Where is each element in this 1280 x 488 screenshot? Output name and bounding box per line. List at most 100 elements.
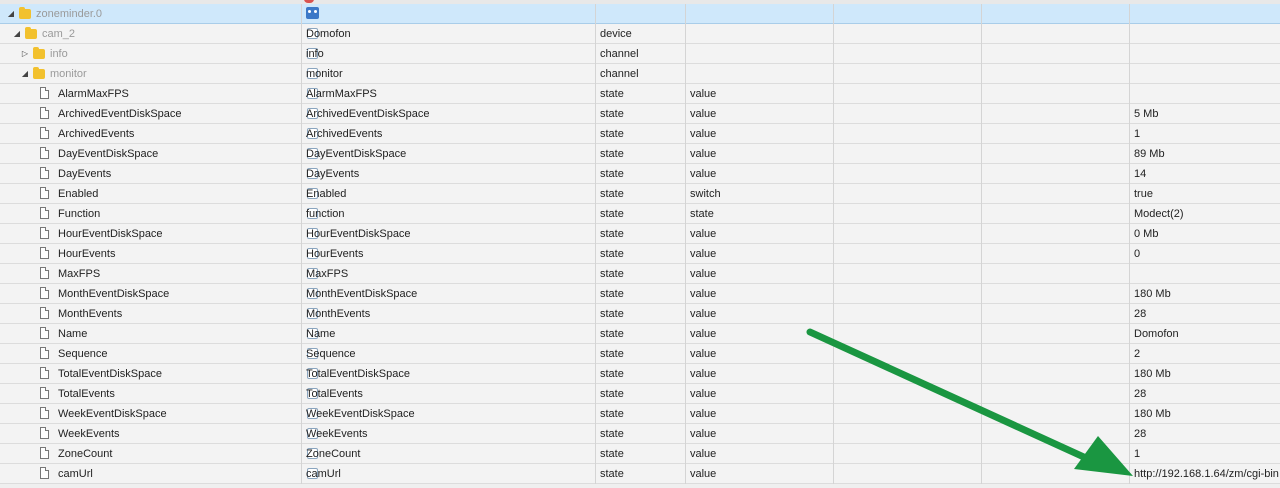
value-cell[interactable]: 1 xyxy=(1130,124,1280,144)
id-cell: AlarmMaxFPS xyxy=(0,84,302,104)
tree-row-zonecount[interactable]: ZoneCount ZoneCount state value 1 xyxy=(0,444,1280,464)
object-id: monitor xyxy=(50,68,87,80)
value-cell[interactable]: 1 xyxy=(1130,444,1280,464)
value-cell[interactable] xyxy=(1130,24,1280,44)
collapse-icon[interactable]: ◢ xyxy=(20,64,30,84)
value-cell[interactable]: 2 xyxy=(1130,344,1280,364)
value-cell[interactable] xyxy=(1130,44,1280,64)
file-icon xyxy=(40,267,49,279)
value-cell[interactable]: true xyxy=(1130,184,1280,204)
value-cell[interactable] xyxy=(1130,4,1280,24)
collapse-icon[interactable]: ◢ xyxy=(12,24,22,44)
value-cell[interactable]: 14 xyxy=(1130,164,1280,184)
type-cell: state xyxy=(596,104,686,124)
role-cell: value xyxy=(686,364,834,384)
type-cell: state xyxy=(596,404,686,424)
tree-row-function[interactable]: Function function state state Modect(2) xyxy=(0,204,1280,224)
value-cell[interactable]: 5 Mb xyxy=(1130,104,1280,124)
tree-row-weekevents[interactable]: WeekEvents WeekEvents state value 28 xyxy=(0,424,1280,444)
tree-row-info[interactable]: ▷ info info channel xyxy=(0,44,1280,64)
tree-row-sequence[interactable]: Sequence Sequence state value 2 xyxy=(0,344,1280,364)
tree-row-archivedeventdiskspace[interactable]: ArchivedEventDiskSpace ArchivedEventDisk… xyxy=(0,104,1280,124)
value-cell[interactable]: 28 xyxy=(1130,384,1280,404)
tree-row-weekeventdiskspace[interactable]: WeekEventDiskSpace WeekEventDiskSpace st… xyxy=(0,404,1280,424)
object-type: state xyxy=(600,188,624,200)
function-cell xyxy=(982,144,1130,164)
value-cell[interactable]: 0 xyxy=(1130,244,1280,264)
tree-row-monthevents[interactable]: MonthEvents MonthEvents state value 28 xyxy=(0,304,1280,324)
tree-row-zoneminder-0[interactable]: ◢ zoneminder.0 xyxy=(0,4,1280,24)
value-cell[interactable]: http://192.168.1.64/zm/cgi-bin xyxy=(1130,464,1280,484)
function-cell xyxy=(982,404,1130,424)
object-value: http://192.168.1.64/zm/cgi-bin xyxy=(1134,468,1279,480)
tree-row-camurl[interactable]: camUrl camUrl state value http://192.168… xyxy=(0,464,1280,484)
value-cell[interactable]: 180 Mb xyxy=(1130,364,1280,384)
file-icon xyxy=(40,87,49,99)
object-type: state xyxy=(600,228,624,240)
value-cell[interactable]: Domofon xyxy=(1130,324,1280,344)
value-cell[interactable]: 180 Mb xyxy=(1130,284,1280,304)
object-id: zoneminder.0 xyxy=(36,8,103,20)
robot-icon xyxy=(306,7,319,19)
tree-row-alarmmaxfps[interactable]: AlarmMaxFPS AlarmMaxFPS state value xyxy=(0,84,1280,104)
object-name: ZoneCount xyxy=(306,448,361,460)
tree-row-cam-2[interactable]: ◢ cam_2 Domofon device xyxy=(0,24,1280,44)
tree-row-montheventdiskspace[interactable]: MonthEventDiskSpace MonthEventDiskSpace … xyxy=(0,284,1280,304)
file-icon xyxy=(40,307,49,319)
tree-row-houreventdiskspace[interactable]: HourEventDiskSpace HourEventDiskSpace st… xyxy=(0,224,1280,244)
object-name: camUrl xyxy=(306,468,341,480)
status-dot xyxy=(304,0,314,3)
name-cell: DayEventDiskSpace xyxy=(302,144,596,164)
type-cell: channel xyxy=(596,64,686,84)
tree-row-hourevents[interactable]: HourEvents HourEvents state value 0 xyxy=(0,244,1280,264)
function-cell xyxy=(982,164,1130,184)
room-cell xyxy=(834,404,982,424)
tree-rows: ◢ zoneminder.0 ◢ cam_2 Domofon device ▷ … xyxy=(0,4,1280,484)
function-cell xyxy=(982,64,1130,84)
value-cell[interactable] xyxy=(1130,64,1280,84)
tree-row-dayeventdiskspace[interactable]: DayEventDiskSpace DayEventDiskSpace stat… xyxy=(0,144,1280,164)
function-cell xyxy=(982,4,1130,24)
name-cell: HourEventDiskSpace xyxy=(302,224,596,244)
value-cell[interactable]: 28 xyxy=(1130,304,1280,324)
name-cell: TotalEventDiskSpace xyxy=(302,364,596,384)
function-cell xyxy=(982,124,1130,144)
id-cell: ◢ monitor xyxy=(0,64,302,84)
room-cell xyxy=(834,64,982,84)
name-cell xyxy=(302,4,596,24)
tree-row-maxfps[interactable]: MaxFPS MaxFPS state value xyxy=(0,264,1280,284)
object-type: state xyxy=(600,468,624,480)
type-cell: state xyxy=(596,384,686,404)
tree-row-dayevents[interactable]: DayEvents DayEvents state value 14 xyxy=(0,164,1280,184)
role-cell: value xyxy=(686,144,834,164)
collapse-icon[interactable]: ◢ xyxy=(6,4,16,24)
function-cell xyxy=(982,284,1130,304)
role-cell xyxy=(686,64,834,84)
object-type: state xyxy=(600,88,624,100)
value-cell[interactable]: 180 Mb xyxy=(1130,404,1280,424)
object-value: 1 xyxy=(1134,448,1141,460)
type-cell: state xyxy=(596,444,686,464)
name-cell: ArchivedEventDiskSpace xyxy=(302,104,596,124)
tree-row-monitor[interactable]: ◢ monitor monitor channel xyxy=(0,64,1280,84)
value-cell[interactable] xyxy=(1130,84,1280,104)
object-name: info xyxy=(306,48,324,60)
id-cell: HourEventDiskSpace xyxy=(0,224,302,244)
id-cell: Sequence xyxy=(0,344,302,364)
value-cell[interactable]: Modect(2) xyxy=(1130,204,1280,224)
object-id: ArchivedEventDiskSpace xyxy=(58,108,182,120)
role-cell: value xyxy=(686,304,834,324)
role-cell: value xyxy=(686,384,834,404)
tree-row-totalevents[interactable]: TotalEvents TotalEvents state value 28 xyxy=(0,384,1280,404)
tree-row-enabled[interactable]: Enabled Enabled state switch true xyxy=(0,184,1280,204)
tree-row-name[interactable]: Name Name state value Domofon xyxy=(0,324,1280,344)
tree-row-archivedevents[interactable]: ArchivedEvents ArchivedEvents state valu… xyxy=(0,124,1280,144)
value-cell[interactable] xyxy=(1130,264,1280,284)
value-cell[interactable]: 89 Mb xyxy=(1130,144,1280,164)
type-cell: state xyxy=(596,344,686,364)
file-icon xyxy=(40,347,49,359)
tree-row-totaleventdiskspace[interactable]: TotalEventDiskSpace TotalEventDiskSpace … xyxy=(0,364,1280,384)
value-cell[interactable]: 28 xyxy=(1130,424,1280,444)
expand-icon[interactable]: ▷ xyxy=(20,44,30,64)
value-cell[interactable]: 0 Mb xyxy=(1130,224,1280,244)
